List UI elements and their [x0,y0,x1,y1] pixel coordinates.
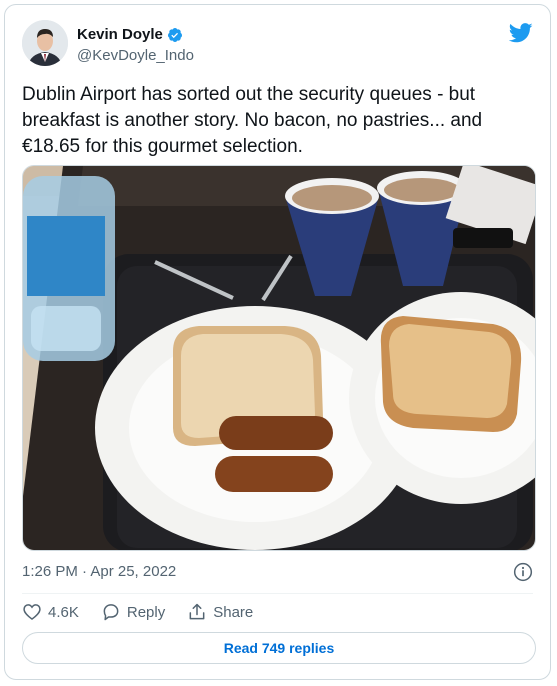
tweet-card: Kevin Doyle @KevDoyle_Indo Dublin Airpor… [4,4,551,680]
avatar[interactable] [22,20,68,66]
tweet-text-line: Dublin Airport has sorted out the securi… [22,84,476,105]
twitter-bird-icon[interactable] [509,23,533,43]
heart-icon [23,604,41,621]
divider [22,593,533,594]
tweet-text: Dublin Airport has sorted out the securi… [22,82,532,160]
reply-label: Reply [126,603,166,621]
share-label: Share [213,603,254,621]
like-count: 4.6K [48,603,79,621]
tweet-text-line: breakfast is another story. No bacon, no… [22,110,483,131]
share-button[interactable]: Share [187,602,253,622]
share-icon [189,603,205,620]
reply-icon [103,604,119,621]
tweet-actions: 4.6K Reply Share [22,602,275,622]
author-handle[interactable]: @KevDoyle_Indo [77,47,194,64]
avatar-image [22,20,68,66]
breakfast-photo [23,166,535,550]
info-icon[interactable] [513,562,533,582]
display-name[interactable]: Kevin Doyle [77,26,163,43]
tweet-timestamp[interactable]: 1:26 PM · Apr 25, 2022 [22,563,176,580]
verified-badge-icon [167,27,182,42]
like-button[interactable]: 4.6K [22,602,79,622]
reply-button[interactable]: Reply [101,602,165,622]
read-replies-button[interactable]: Read 749 replies [22,632,536,664]
tweet-text-line: €18.65 for this gourmet selection. [22,136,303,157]
tweet-photo[interactable] [22,165,536,551]
author-name-row[interactable]: Kevin Doyle [77,26,183,43]
